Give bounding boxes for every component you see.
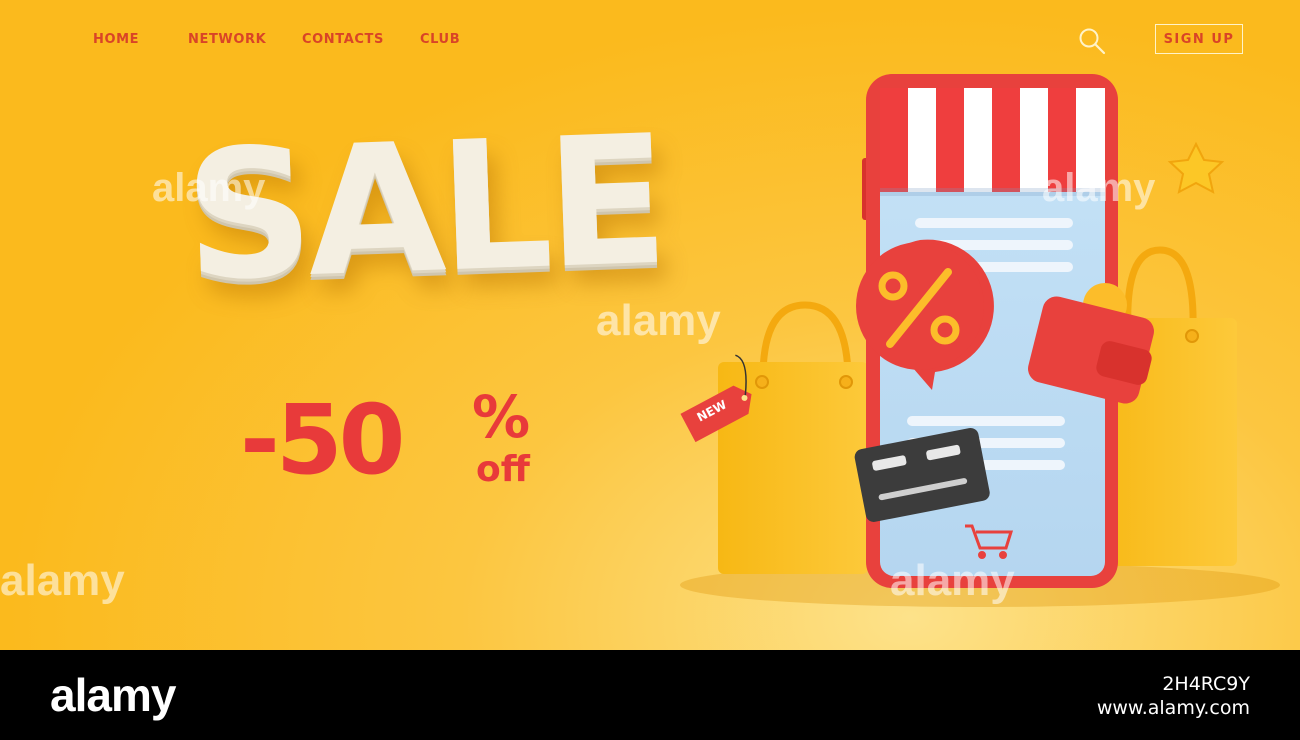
star-icon (1167, 141, 1225, 194)
watermark: alamy (596, 296, 721, 345)
footer-url[interactable]: www.alamy.com (1097, 697, 1250, 719)
footer-bar (0, 650, 1300, 740)
watermark: alamy (0, 556, 125, 605)
shopping-bag-left-icon (718, 301, 868, 574)
watermark: alamy (1042, 166, 1156, 210)
watermark: alamy (890, 556, 1015, 605)
sale-banner: HOME NETWORK CONTACTS CLUB SIGN UP SALE … (0, 0, 1300, 650)
watermark: alamy (152, 166, 266, 210)
image-id: 2H4RC9Y (1162, 673, 1250, 695)
footer-logo: alamy (50, 669, 176, 721)
